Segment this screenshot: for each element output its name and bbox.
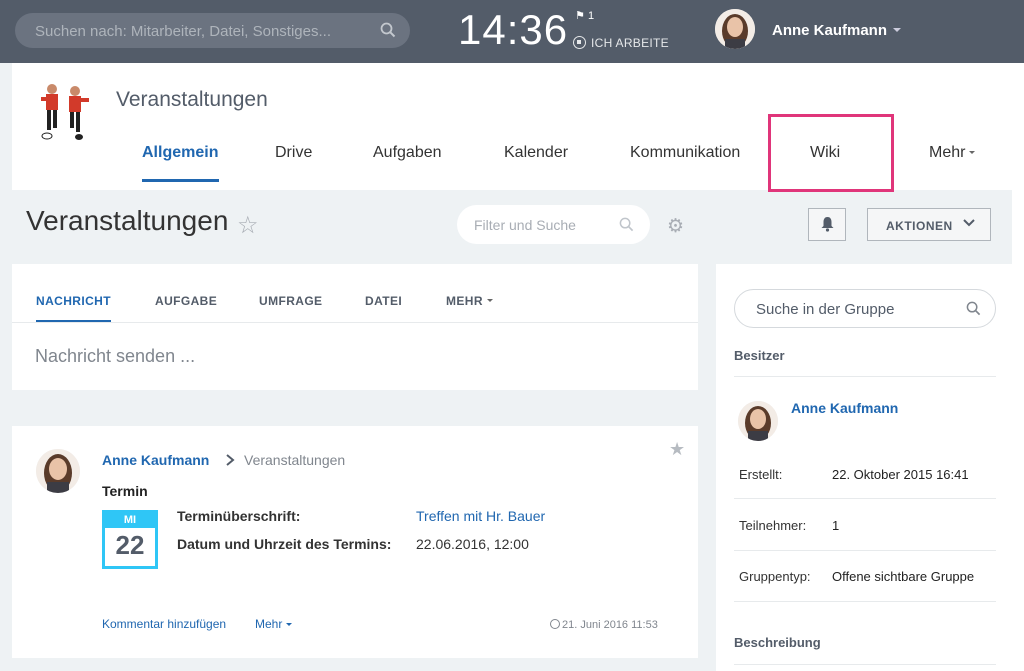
group-type-value: Offene sichtbare Gruppe [832, 569, 975, 584]
clock: 14:36 [458, 6, 569, 53]
avatar[interactable] [36, 449, 80, 493]
global-search-placeholder: Suchen nach: Mitarbeiter, Datei, Sonstig… [35, 23, 331, 40]
page-title: Veranstaltungen [26, 205, 229, 236]
chevron-down-icon [486, 299, 493, 302]
clock-icon [550, 619, 560, 629]
top-bar: Suchen nach: Mitarbeiter, Datei, Sonstig… [0, 0, 1024, 63]
post-composer: NACHRICHT AUFGABE UMFRAGE DATEI MEHR Nac… [12, 264, 698, 390]
favorite-star-icon[interactable]: ★ [669, 439, 685, 460]
avatar[interactable] [738, 401, 778, 441]
notifications-button[interactable] [808, 208, 846, 241]
created-label: Erstellt: [739, 467, 783, 482]
work-status[interactable]: ICH ARBEITE [573, 36, 669, 50]
chevron-right-icon [226, 454, 235, 466]
chevron-down-icon [969, 151, 976, 154]
star-icon[interactable]: ☆ [237, 211, 259, 240]
post-group[interactable]: Veranstaltungen [244, 452, 345, 468]
wiki-highlight-box [768, 114, 894, 192]
tab-umfrage[interactable]: UMFRAGE [259, 294, 322, 308]
stop-icon [573, 36, 586, 49]
global-search-input[interactable]: Suchen nach: Mitarbeiter, Datei, Sonstig… [15, 13, 410, 48]
calendar-icon: MI 22 [102, 510, 158, 569]
tab-mehr-composer[interactable]: MEHR [446, 294, 493, 308]
event-title-link[interactable]: Treffen mit Hr. Bauer [416, 508, 545, 524]
actions-label: AKTIONEN [886, 219, 953, 233]
tab-mehr-label: Mehr [929, 144, 966, 161]
gear-icon[interactable]: ⚙ [667, 215, 684, 238]
group-sidebar: Suche in der Gruppe Besitzer Anne Kaufma… [716, 264, 1012, 671]
message-input[interactable]: Nachricht senden ... [35, 346, 195, 367]
tab-aufgaben[interactable]: Aufgaben [373, 144, 442, 162]
tab-nachricht[interactable]: NACHRICHT [36, 294, 111, 308]
divider [734, 550, 996, 551]
group-type-label: Gruppentyp: [739, 569, 811, 584]
add-comment-link[interactable]: Kommentar hinzufügen [102, 617, 226, 631]
divider [12, 322, 698, 323]
owner-heading: Besitzer [734, 348, 785, 363]
post-type: Termin [102, 483, 148, 499]
event-datetime-value: 22.06.2016, 12:00 [416, 536, 529, 552]
bell-icon [821, 217, 834, 232]
work-status-label: ICH ARBEITE [591, 36, 669, 50]
flag-count: 1 [587, 10, 595, 22]
post-author[interactable]: Anne Kaufmann [102, 452, 209, 468]
created-value: 22. Oktober 2015 16:41 [832, 467, 969, 482]
filter-placeholder: Filter und Suche [474, 217, 576, 233]
active-tab-underline [142, 179, 219, 182]
search-icon[interactable] [380, 22, 396, 38]
chevron-down-icon [286, 623, 293, 626]
tab-kalender[interactable]: Kalender [504, 144, 568, 162]
user-name: Anne Kaufmann [772, 22, 888, 39]
search-icon[interactable] [966, 301, 981, 316]
group-title: Veranstaltungen [116, 88, 268, 111]
calendar-day: 22 [115, 530, 145, 560]
group-logo[interactable] [35, 81, 95, 145]
event-title-label: Terminüberschrift: [177, 508, 301, 524]
tab-aufgabe[interactable]: AUFGABE [155, 294, 217, 308]
post-date: 21. Juni 2016 11:53 [550, 619, 658, 631]
divider [734, 498, 996, 499]
group-search-input[interactable]: Suche in der Gruppe [734, 289, 996, 328]
divider [734, 376, 996, 377]
members-value[interactable]: 1 [832, 518, 839, 533]
group-search-placeholder: Suche in der Gruppe [756, 301, 895, 318]
tab-kommunikation[interactable]: Kommunikation [630, 144, 740, 162]
members-label: Teilnehmer: [739, 518, 807, 533]
owner-name[interactable]: Anne Kaufmann [791, 400, 898, 416]
tab-allgemein[interactable]: Allgemein [142, 144, 218, 162]
search-icon[interactable] [619, 217, 634, 232]
calendar-weekday: MI [105, 513, 155, 528]
chevron-down-icon [893, 28, 901, 32]
divider [734, 664, 996, 665]
divider [734, 601, 996, 602]
post-more-menu[interactable]: Mehr [255, 617, 293, 631]
tab-drive[interactable]: Drive [275, 144, 312, 162]
event-datetime-label: Datum und Uhrzeit des Termins: [177, 536, 392, 552]
feed-post: Anne Kaufmann Veranstaltungen ★ Termin M… [12, 426, 698, 658]
tab-mehr-composer-label: MEHR [446, 294, 483, 308]
chevron-down-icon [963, 219, 975, 227]
flag-icon: ⚑ [575, 10, 585, 22]
description-heading: Beschreibung [734, 635, 821, 650]
avatar [715, 9, 755, 49]
post-more-label: Mehr [255, 617, 283, 631]
flag-indicator[interactable]: ⚑ 1 [575, 9, 594, 22]
filter-search-input[interactable]: Filter und Suche [457, 205, 650, 244]
right-edge-panel [1012, 63, 1024, 671]
tab-mehr[interactable]: Mehr [929, 144, 976, 162]
group-header: Veranstaltungen Allgemein Drive Aufgaben… [12, 63, 1012, 192]
post-date-text: 21. Juni 2016 11:53 [562, 619, 658, 631]
tab-datei[interactable]: DATEI [365, 294, 402, 308]
actions-button[interactable]: AKTIONEN [867, 208, 991, 241]
